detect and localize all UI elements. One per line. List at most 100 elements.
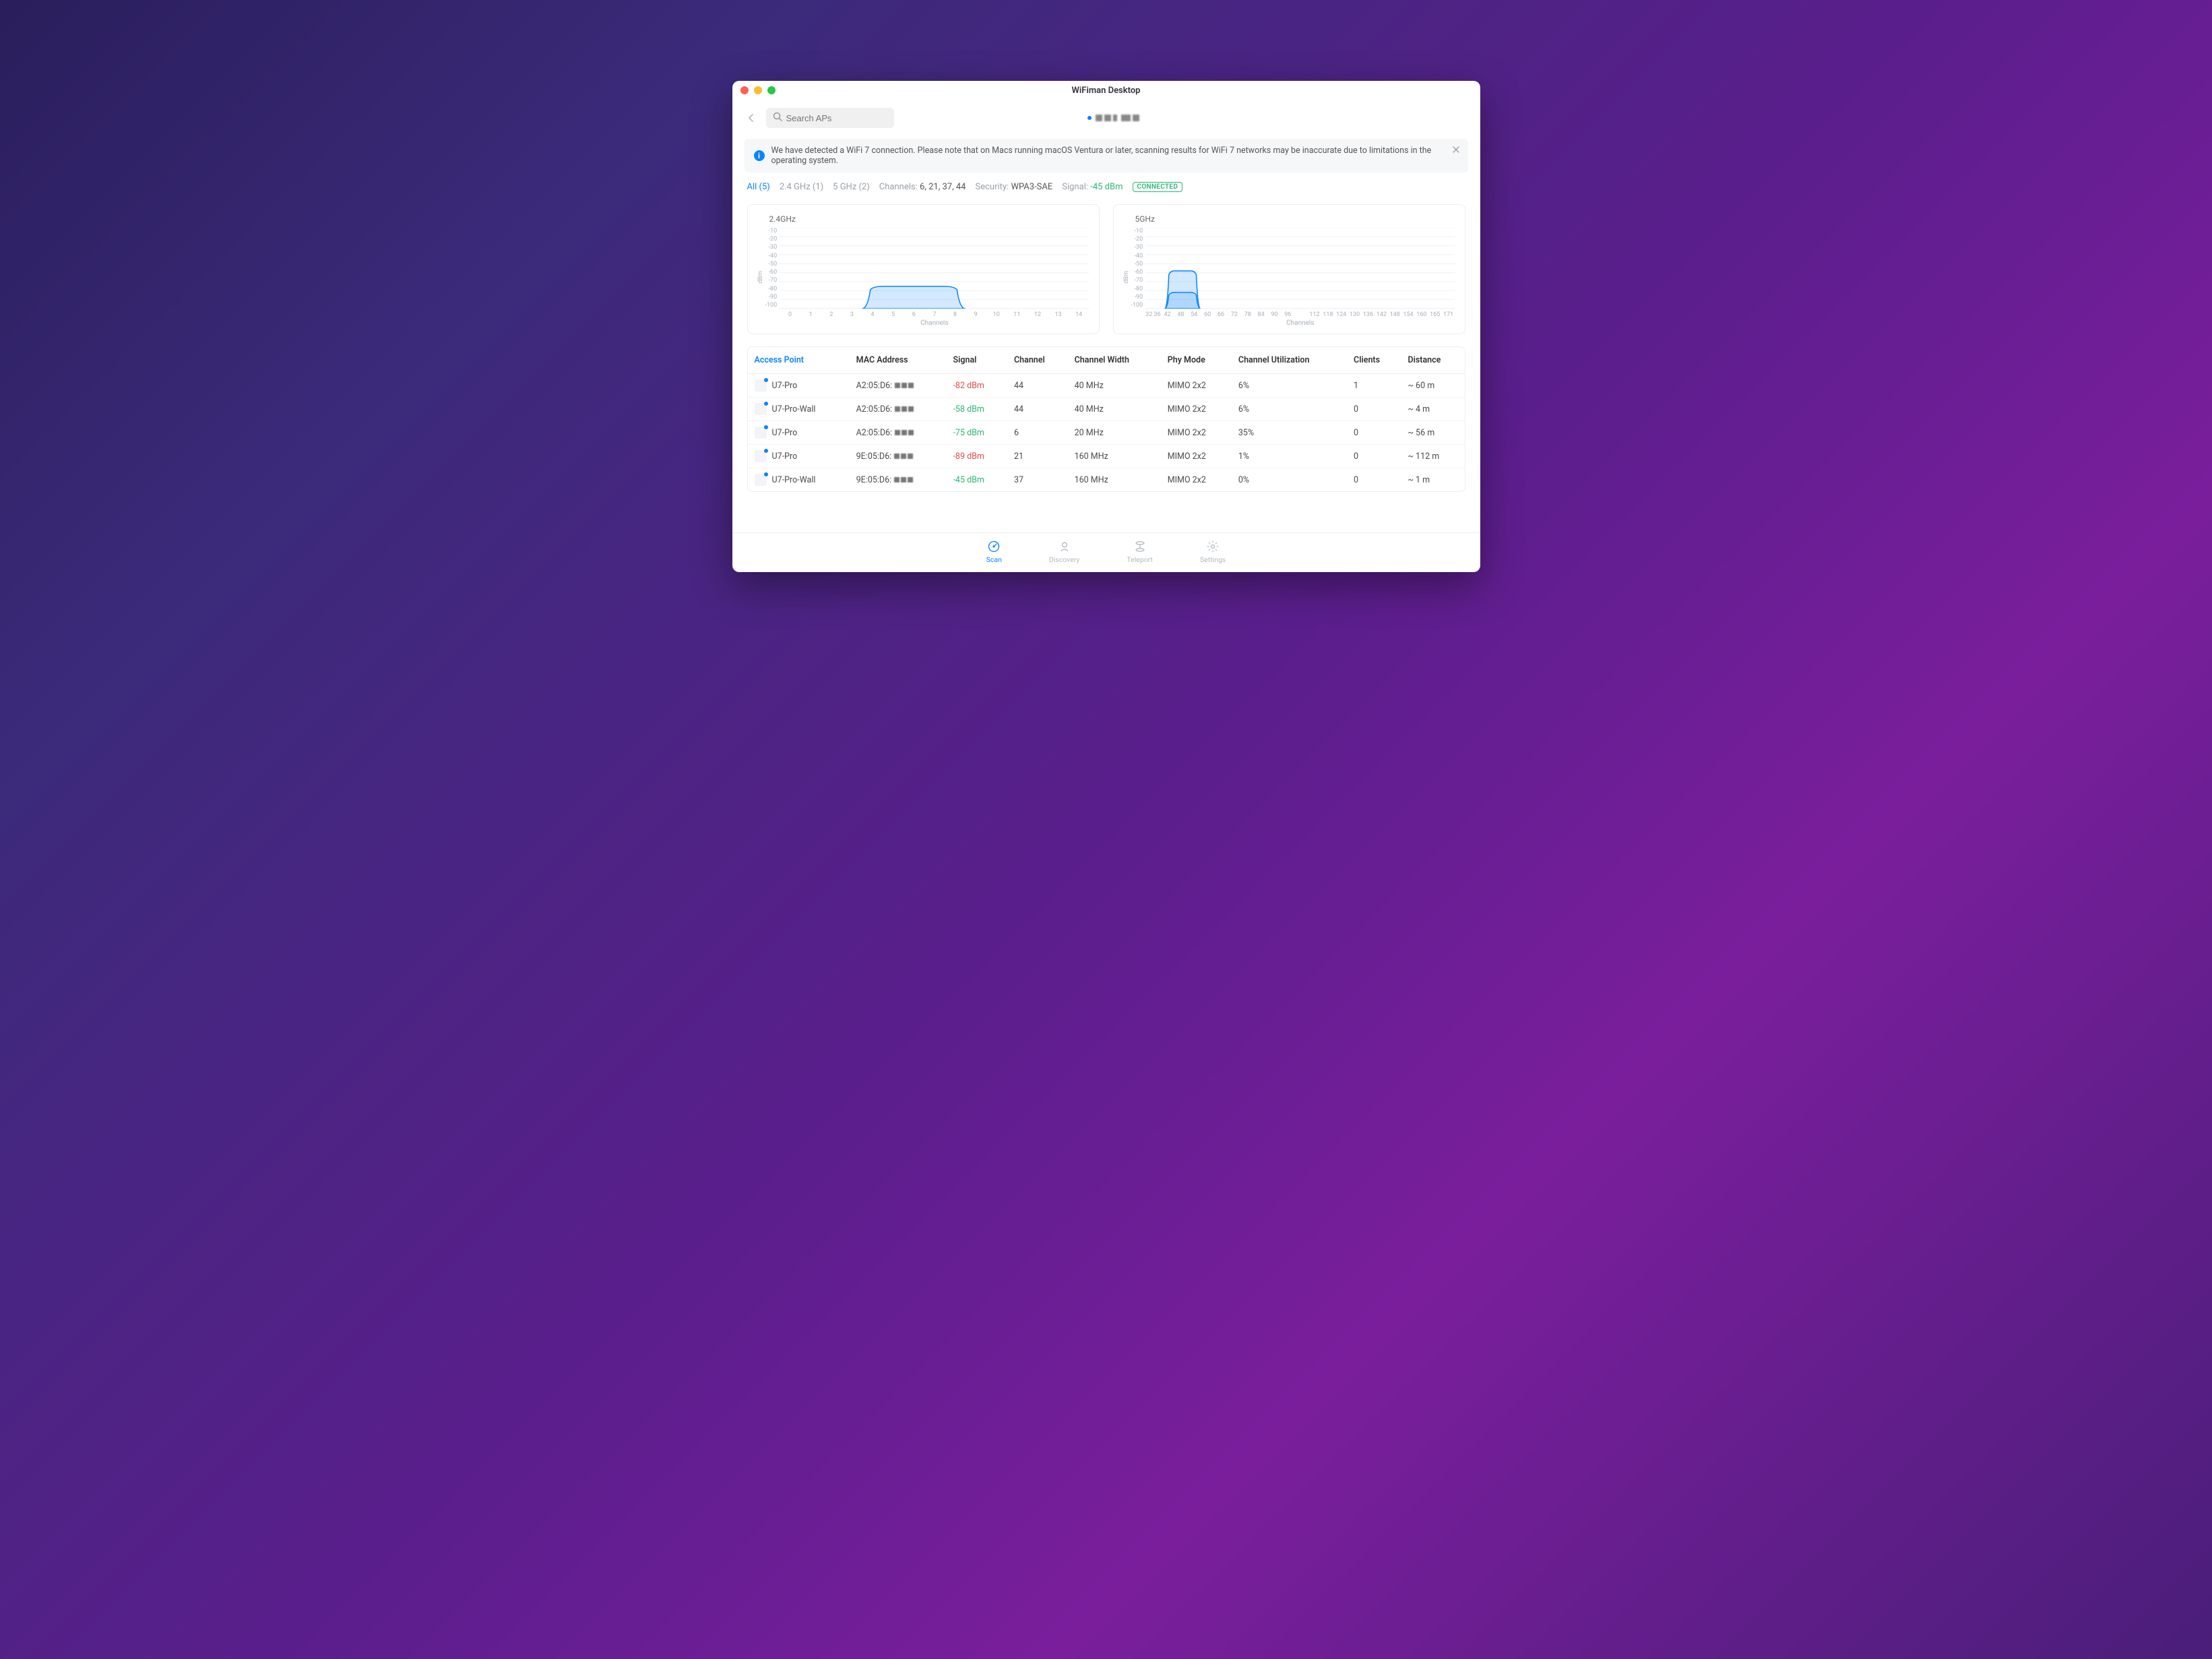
- banner-text: We have detected a WiFi 7 connection. Pl…: [771, 146, 1459, 166]
- phy-cell: MIMO 2x2: [1161, 445, 1232, 468]
- distance-cell: ~ 1 m: [1401, 468, 1464, 492]
- table-row[interactable]: U7-Pro-Wall 9E:05:D6: -45 dBm 37 160 MHz…: [748, 468, 1465, 492]
- mac-redacted: [895, 383, 914, 388]
- nav-scan[interactable]: Scan: [986, 540, 1002, 564]
- distance-cell: ~ 4 m: [1401, 398, 1464, 421]
- col-signal[interactable]: Signal: [946, 347, 1007, 374]
- nav-teleport[interactable]: Teleport: [1127, 540, 1153, 564]
- signal-cell: -58 dBm: [946, 398, 1007, 421]
- phy-cell: MIMO 2x2: [1161, 468, 1232, 492]
- connected-badge: CONNECTED: [1133, 182, 1183, 192]
- minimize-window-button[interactable]: [754, 86, 762, 94]
- window-title: WiFiman Desktop: [1072, 86, 1141, 96]
- discovery-icon: [1058, 540, 1071, 553]
- mac-redacted: [894, 453, 913, 459]
- chart-24ghz: 2.4GHz dBm -10-20-30-40-50-60-70-80-90-1…: [747, 204, 1100, 334]
- current-ssid: [902, 115, 1325, 121]
- gear-icon: [1206, 540, 1220, 553]
- table-header-row: Access Point MAC Address Signal Channel …: [748, 347, 1465, 374]
- nav-scan-label: Scan: [986, 555, 1002, 564]
- ap-name: U7-Pro: [772, 381, 798, 391]
- security-value: WPA3-SAE: [1011, 182, 1052, 192]
- mac-prefix: 9E:05:D6:: [856, 451, 892, 462]
- chart-24ghz-plot: [780, 228, 1089, 309]
- ap-icon: [755, 427, 767, 439]
- nav-teleport-label: Teleport: [1127, 555, 1153, 564]
- scan-icon: [987, 540, 1001, 553]
- col-access-point[interactable]: Access Point: [748, 347, 850, 374]
- mac-redacted: [895, 430, 914, 435]
- titlebar: WiFiman Desktop: [732, 81, 1480, 100]
- util-cell: 6%: [1232, 398, 1347, 421]
- ap-name: U7-Pro-Wall: [772, 475, 816, 485]
- phy-cell: MIMO 2x2: [1161, 398, 1232, 421]
- ap-icon: [755, 379, 767, 392]
- banner-close-button[interactable]: [1452, 146, 1460, 156]
- window-controls: [740, 86, 776, 94]
- zoom-window-button[interactable]: [767, 86, 776, 94]
- signal-cell: -45 dBm: [946, 468, 1007, 492]
- col-distance[interactable]: Distance: [1401, 347, 1464, 374]
- width-cell: 160 MHz: [1068, 468, 1161, 492]
- distance-cell: ~ 60 m: [1401, 374, 1464, 398]
- chart-24ghz-ylabel: dBm: [757, 271, 764, 284]
- channel-cell: 37: [1007, 468, 1068, 492]
- table-row[interactable]: U7-Pro 9E:05:D6: -89 dBm 21 160 MHz MIMO…: [748, 445, 1465, 468]
- info-icon: i: [754, 150, 765, 161]
- table-row[interactable]: U7-Pro A2:05:D6: -82 dBm 44 40 MHz MIMO …: [748, 374, 1465, 398]
- col-clients[interactable]: Clients: [1347, 347, 1401, 374]
- info-banner: i We have detected a WiFi 7 connection. …: [745, 139, 1468, 173]
- clients-cell: 0: [1347, 445, 1401, 468]
- col-width[interactable]: Channel Width: [1068, 347, 1161, 374]
- channel-cell: 44: [1007, 398, 1068, 421]
- col-phy[interactable]: Phy Mode: [1161, 347, 1232, 374]
- back-button[interactable]: [745, 111, 758, 125]
- ap-name: U7-Pro-Wall: [772, 404, 816, 414]
- nav-discovery[interactable]: Discovery: [1049, 540, 1079, 564]
- mac-prefix: A2:05:D6:: [856, 381, 893, 391]
- mac-redacted: [894, 477, 913, 482]
- util-cell: 1%: [1232, 445, 1347, 468]
- nav-settings[interactable]: Settings: [1200, 540, 1226, 564]
- table-row[interactable]: U7-Pro-Wall A2:05:D6: -58 dBm 44 40 MHz …: [748, 398, 1465, 421]
- col-mac[interactable]: MAC Address: [850, 347, 947, 374]
- col-channel[interactable]: Channel: [1007, 347, 1068, 374]
- signal-value: -45 dBm: [1090, 182, 1123, 192]
- filter-all[interactable]: All (5): [747, 182, 770, 192]
- search-input[interactable]: [786, 113, 887, 123]
- close-window-button[interactable]: [740, 86, 749, 94]
- clients-cell: 0: [1347, 421, 1401, 445]
- channel-cell: 6: [1007, 421, 1068, 445]
- nav-discovery-label: Discovery: [1049, 555, 1079, 564]
- channels-value: 6, 21, 37, 44: [920, 182, 966, 192]
- clients-cell: 1: [1347, 374, 1401, 398]
- table-row[interactable]: U7-Pro A2:05:D6: -75 dBm 6 20 MHz MIMO 2…: [748, 421, 1465, 445]
- search-icon: [773, 112, 782, 124]
- ap-table: Access Point MAC Address Signal Channel …: [747, 346, 1465, 492]
- width-cell: 40 MHz: [1068, 374, 1161, 398]
- chart-24ghz-xlabel: Channels: [780, 319, 1089, 327]
- toolbar: [732, 100, 1480, 133]
- chart-5ghz-xaxis: 32 3642485460667278849096112118124130136…: [1145, 311, 1455, 318]
- ssid-redacted: [1121, 115, 1139, 121]
- distance-cell: ~ 112 m: [1401, 445, 1464, 468]
- col-util[interactable]: Channel Utilization: [1232, 347, 1347, 374]
- ap-icon: [755, 474, 767, 486]
- search-field[interactable]: [766, 108, 894, 128]
- chart-24ghz-yaxis: -10-20-30-40-50-60-70-80-90-100: [765, 228, 780, 309]
- mac-prefix: A2:05:D6:: [856, 428, 893, 438]
- signal-cell: -82 dBm: [946, 374, 1007, 398]
- chart-5ghz-title: 5GHz: [1135, 214, 1455, 224]
- phy-cell: MIMO 2x2: [1161, 421, 1232, 445]
- filter-24ghz[interactable]: 2.4 GHz (1): [780, 182, 823, 192]
- teleport-icon: [1133, 540, 1147, 553]
- ap-name: U7-Pro: [772, 451, 798, 462]
- clients-cell: 0: [1347, 398, 1401, 421]
- phy-cell: MIMO 2x2: [1161, 374, 1232, 398]
- ssid-redacted: [1096, 115, 1117, 121]
- clients-cell: 0: [1347, 468, 1401, 492]
- app-window: WiFiman Desktop i We have detected a WiF…: [732, 81, 1480, 572]
- security-label: Security:: [976, 182, 1009, 192]
- filter-5ghz[interactable]: 5 GHz (2): [833, 182, 870, 192]
- util-cell: 0%: [1232, 468, 1347, 492]
